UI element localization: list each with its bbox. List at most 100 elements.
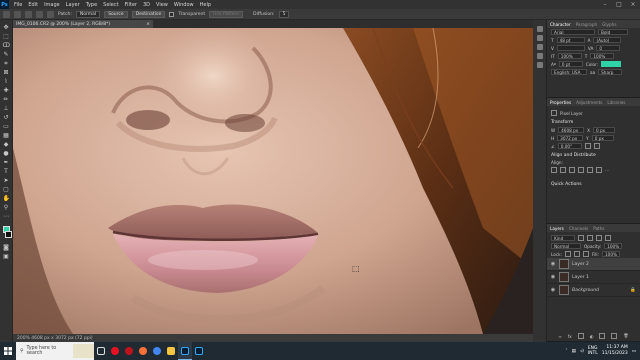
menu-3d[interactable]: 3D bbox=[140, 2, 153, 8]
rectangle-tool-icon[interactable]: ▢ bbox=[3, 186, 10, 193]
tab-character[interactable]: Character bbox=[550, 22, 571, 27]
transform-header[interactable]: Transform bbox=[547, 117, 640, 126]
close-icon[interactable]: × bbox=[626, 1, 640, 8]
layer-style-icon[interactable]: fx bbox=[568, 334, 572, 339]
quick-select-tool-icon[interactable]: ✎ bbox=[3, 51, 10, 58]
transparent-checkbox[interactable] bbox=[169, 11, 175, 17]
link-layers-icon[interactable]: ∞ bbox=[558, 334, 562, 339]
close-tab-icon[interactable]: × bbox=[146, 22, 153, 27]
language-select[interactable]: English: USA bbox=[551, 69, 587, 75]
history-panel-icon[interactable] bbox=[536, 26, 543, 32]
tab-libraries[interactable]: Libraries bbox=[607, 100, 625, 105]
taskbar-app-opera[interactable] bbox=[108, 342, 122, 360]
intersect-selection-icon[interactable] bbox=[47, 10, 54, 18]
screen-mode-icon[interactable]: ▣ bbox=[3, 253, 10, 260]
destination-button[interactable]: Destination bbox=[131, 10, 166, 18]
taskbar-app-firefox[interactable] bbox=[136, 342, 150, 360]
tab-paragraph[interactable]: Paragraph bbox=[576, 22, 597, 27]
move-tool-icon[interactable]: ✥ bbox=[3, 24, 10, 31]
tab-adjustments[interactable]: Adjustments bbox=[576, 100, 602, 105]
tab-layers[interactable]: Layers bbox=[550, 226, 564, 231]
maximize-icon[interactable]: □ bbox=[612, 1, 626, 8]
menu-layer[interactable]: Layer bbox=[63, 2, 83, 8]
tab-glyphs[interactable]: Glyphs bbox=[602, 22, 616, 27]
brush-tool-icon[interactable]: ✏ bbox=[3, 96, 10, 103]
new-selection-icon[interactable] bbox=[14, 10, 21, 18]
filter-shape-icon[interactable] bbox=[605, 235, 611, 241]
align-center-icon[interactable] bbox=[560, 167, 566, 173]
fill-input[interactable]: 100% bbox=[601, 251, 620, 257]
layer-row[interactable]: ◉ Layer 2 bbox=[547, 258, 640, 271]
taskbar-app-chrome[interactable] bbox=[150, 342, 164, 360]
align-top-icon[interactable] bbox=[578, 167, 584, 173]
use-pattern-button[interactable]: Use Pattern bbox=[209, 10, 244, 18]
height-input[interactable]: 3072 px bbox=[557, 135, 584, 141]
tab-channels[interactable]: Channels bbox=[569, 226, 588, 231]
blend-mode-select[interactable]: Normal bbox=[551, 243, 581, 249]
patch-mode-select[interactable]: Normal bbox=[75, 10, 101, 18]
task-view-button[interactable] bbox=[94, 342, 108, 360]
layer-row[interactable]: ◉ Background 🔒 bbox=[547, 284, 640, 297]
width-input[interactable]: 4608 px bbox=[558, 127, 585, 133]
quick-actions-header[interactable]: Quick Actions bbox=[547, 174, 640, 188]
clone-stamp-tool-icon[interactable]: ⊥ bbox=[3, 105, 10, 112]
menu-image[interactable]: Image bbox=[41, 2, 63, 8]
align-right-icon[interactable] bbox=[569, 167, 575, 173]
font-style-select[interactable]: Bold bbox=[598, 29, 628, 35]
add-selection-icon[interactable] bbox=[25, 10, 32, 18]
menu-type[interactable]: Type bbox=[83, 2, 100, 8]
healing-brush-tool-icon[interactable]: ✚ bbox=[3, 87, 10, 94]
taskbar-app-photoshop-2[interactable] bbox=[192, 342, 206, 360]
more-tools-icon[interactable]: ⋯ bbox=[3, 213, 10, 220]
leading-input[interactable]: (Auto) bbox=[593, 37, 622, 43]
horizontal-scale-input[interactable]: 100% bbox=[590, 53, 615, 59]
source-button[interactable]: Source bbox=[104, 10, 128, 18]
hand-tool-icon[interactable]: ✋ bbox=[3, 195, 10, 202]
diffusion-input[interactable]: 5 bbox=[278, 10, 290, 18]
align-left-icon[interactable] bbox=[551, 167, 557, 173]
volume-icon[interactable]: ◃) bbox=[580, 349, 584, 354]
pen-tool-icon[interactable]: ✒ bbox=[3, 159, 10, 166]
quick-mask-icon[interactable]: ◙ bbox=[3, 244, 10, 251]
tab-properties[interactable]: Properties bbox=[550, 100, 571, 105]
x-input[interactable]: 0 px bbox=[593, 127, 616, 133]
photoshop-logo[interactable]: Ps bbox=[0, 0, 9, 9]
show-hidden-icons-icon[interactable]: ˄ bbox=[565, 349, 567, 354]
document-tab[interactable]: IMG_0106.CR2 @ 200% (Layer 2, RGB/8*) × bbox=[13, 20, 153, 28]
align-distribute-header[interactable]: Align and Distribute bbox=[547, 150, 640, 159]
menu-view[interactable]: View bbox=[153, 2, 171, 8]
angle-input[interactable]: 0.00° bbox=[557, 143, 582, 149]
visibility-eye-icon[interactable]: ◉ bbox=[550, 261, 556, 267]
filter-adjust-icon[interactable] bbox=[587, 235, 593, 241]
new-group-icon[interactable] bbox=[599, 333, 606, 339]
clock[interactable]: 11:37 AM 11/15/2023 bbox=[602, 345, 628, 357]
tracking-input[interactable]: 0 bbox=[596, 45, 621, 51]
network-icon[interactable]: ▤ bbox=[572, 349, 576, 354]
taskbar-search-input[interactable]: ⚲ Type here to search bbox=[16, 342, 94, 360]
kerning-input[interactable] bbox=[556, 45, 585, 51]
history-brush-tool-icon[interactable]: ↺ bbox=[3, 114, 10, 121]
align-bottom-icon[interactable] bbox=[596, 167, 602, 173]
path-selection-tool-icon[interactable]: ➤ bbox=[3, 177, 10, 184]
menu-select[interactable]: Select bbox=[100, 2, 121, 8]
actions-panel-icon[interactable] bbox=[536, 62, 543, 68]
notifications-icon[interactable]: ▭ bbox=[632, 349, 636, 354]
add-mask-icon[interactable] bbox=[577, 333, 584, 339]
font-family-select[interactable]: Arial bbox=[551, 29, 595, 35]
marquee-tool-icon[interactable]: ⬚ bbox=[3, 33, 10, 40]
baseline-input[interactable]: 0 pt bbox=[558, 61, 583, 67]
visibility-eye-icon[interactable]: ◉ bbox=[550, 274, 556, 280]
vertical-scale-input[interactable]: 100% bbox=[557, 53, 582, 59]
flip-vertical-icon[interactable] bbox=[593, 143, 600, 149]
menu-help[interactable]: Help bbox=[197, 2, 214, 8]
lasso-tool-icon[interactable]: ↀ bbox=[3, 42, 10, 49]
text-color-swatch[interactable] bbox=[601, 61, 622, 67]
eyedropper-tool-icon[interactable]: ⌇ bbox=[3, 78, 10, 85]
eraser-tool-icon[interactable]: ▭ bbox=[3, 123, 10, 130]
lock-all-icon[interactable] bbox=[582, 251, 589, 257]
color-panel-icon[interactable] bbox=[536, 35, 543, 41]
y-input[interactable]: 0 px bbox=[591, 135, 614, 141]
opacity-input[interactable]: 100% bbox=[604, 243, 623, 249]
start-button[interactable] bbox=[0, 342, 16, 360]
minimize-icon[interactable]: – bbox=[598, 1, 612, 8]
